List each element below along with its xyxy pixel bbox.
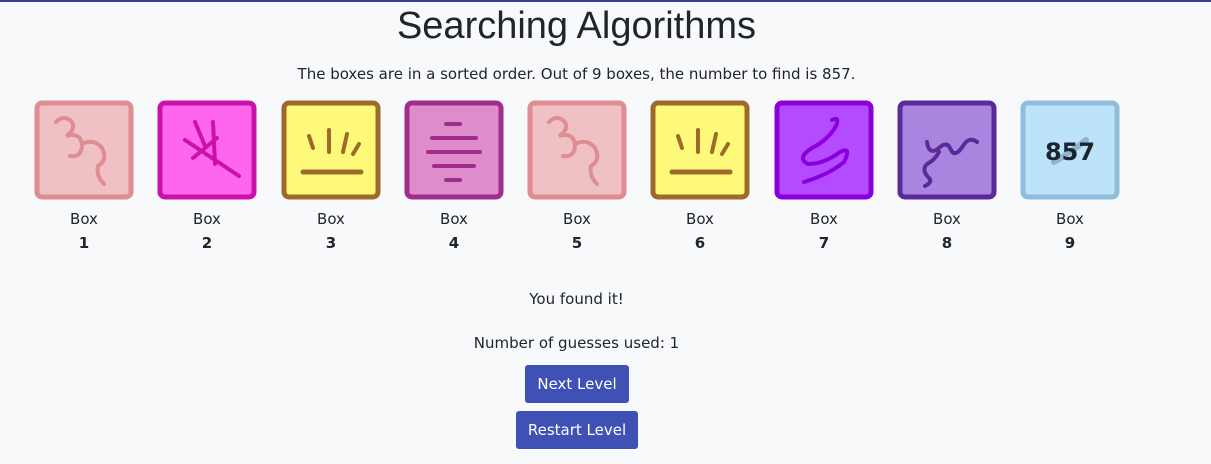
box-label: Box: [933, 210, 961, 228]
crossed-lines-glyph-icon: [157, 100, 257, 200]
box-number: 2: [201, 234, 213, 252]
s-curve-glyph-icon: [774, 100, 874, 200]
box-number: 4: [448, 234, 460, 252]
box-5[interactable]: Box 5: [527, 100, 627, 253]
box-row: Box 1 Box 2 Box 3 Box 4 Box 5 Box 6 Box …: [0, 100, 1211, 260]
box-label: Box: [1056, 210, 1084, 228]
box-4[interactable]: Box 4: [404, 100, 504, 253]
box-7[interactable]: Box 7: [774, 100, 874, 253]
box-2[interactable]: Box 2: [157, 100, 257, 253]
guess-count: Number of guesses used: 1: [473, 334, 680, 352]
box-6[interactable]: Box 6: [650, 100, 750, 253]
next-level-button[interactable]: Next Level: [525, 365, 629, 403]
box-1[interactable]: Box 1: [34, 100, 134, 253]
box-label: Box: [810, 210, 838, 228]
squiggle-3-glyph-icon: [34, 100, 134, 200]
box-label: Box: [686, 210, 714, 228]
page-title: Searching Algorithms: [396, 5, 757, 47]
box-label: Box: [440, 210, 468, 228]
box-label: Box: [193, 210, 221, 228]
box-number: 3: [325, 234, 337, 252]
box-number: 5: [571, 234, 583, 252]
stacked-bars-glyph-icon: [404, 100, 504, 200]
squiggle-3-glyph-icon: [527, 100, 627, 200]
box-label: Box: [563, 210, 591, 228]
box-9[interactable]: 857 Box 9: [1020, 100, 1120, 253]
revealed-box-9: 857: [1020, 100, 1120, 200]
box-number: 1: [78, 234, 90, 252]
instructions-text: The boxes are in a sorted order. Out of …: [297, 65, 856, 83]
box-3[interactable]: Box 3: [281, 100, 381, 253]
box-number: 7: [818, 234, 830, 252]
sunrise-glyph-icon: [650, 100, 750, 200]
box-value: 857: [1045, 138, 1095, 166]
box-label: Box: [70, 210, 98, 228]
restart-level-button[interactable]: Restart Level: [516, 411, 638, 449]
box-label: Box: [317, 210, 345, 228]
wave-glyph-icon: [897, 100, 997, 200]
box-number: 6: [694, 234, 706, 252]
box-number: 9: [1064, 234, 1076, 252]
box-number: 8: [941, 234, 953, 252]
result-status: You found it!: [529, 290, 624, 308]
sunrise-glyph-icon: [281, 100, 381, 200]
box-8[interactable]: Box 8: [897, 100, 997, 253]
